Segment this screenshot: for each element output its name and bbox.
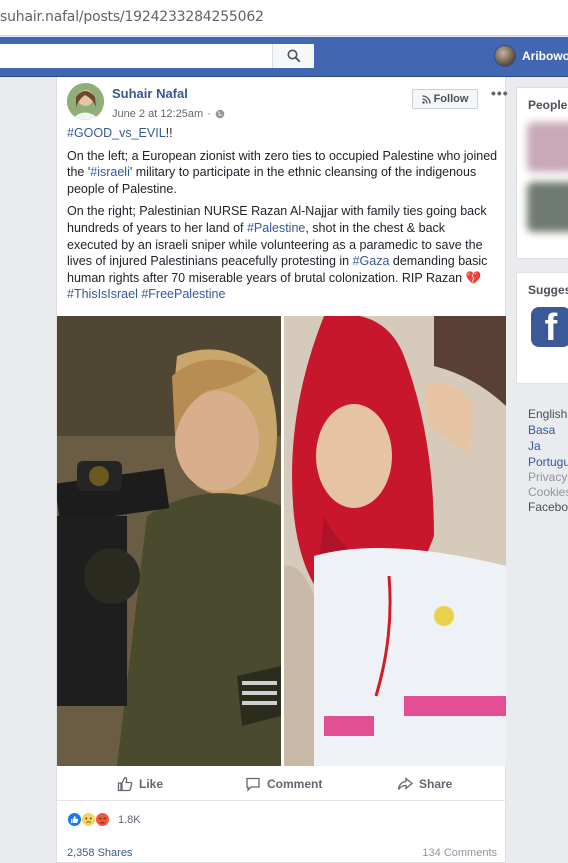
- post-header: Suhair Nafal June 2 at 12:25am · Follow …: [67, 83, 508, 123]
- hashtag-palestine[interactable]: #Palestine: [247, 221, 305, 235]
- post-actions: Like Comment Share: [57, 767, 506, 801]
- suggested-panel: Sugges f: [516, 272, 568, 384]
- comment-icon: [246, 777, 260, 792]
- thumbs-up-icon: [117, 776, 133, 792]
- profile-link[interactable]: Aribowo: [494, 45, 568, 67]
- share-icon: [397, 777, 413, 790]
- browser-address-bar[interactable]: suhair.nafal/posts/1924233284255062: [0, 0, 568, 36]
- search-button[interactable]: [272, 44, 314, 68]
- user-name: Aribowo: [522, 49, 568, 63]
- post-timestamp[interactable]: June 2 at 12:25am: [112, 108, 203, 120]
- globe-icon: [215, 109, 225, 119]
- photo-right[interactable]: [284, 316, 506, 766]
- url-text[interactable]: suhair.nafal/posts/1924233284255062: [0, 9, 264, 25]
- facebook-top-bar: Aribowo: [0, 37, 568, 77]
- more-options-button[interactable]: •••: [491, 85, 509, 101]
- post-body: #GOOD_vs_EVIL!! On the left; a European …: [67, 125, 499, 309]
- post-card: Suhair Nafal June 2 at 12:25am · Follow …: [56, 77, 508, 863]
- user-avatar: [494, 45, 516, 67]
- rss-icon: [421, 94, 431, 104]
- paragraph-left: On the left; a European zionist with zer…: [67, 148, 498, 196]
- post-stats: 2,358 Shares 134 Comments: [67, 847, 497, 859]
- shares-count[interactable]: 2,358 Shares: [67, 847, 132, 859]
- suggested-title: Sugges: [528, 283, 568, 297]
- hashtag-good-vs-evil[interactable]: #GOOD_vs_EVIL: [67, 126, 166, 140]
- hashtag-israeli[interactable]: #israeli: [90, 165, 130, 179]
- search-icon: [287, 49, 300, 63]
- search-input[interactable]: [0, 44, 314, 68]
- follow-button[interactable]: Follow: [412, 89, 478, 109]
- footer-links: Privacy Cookies Facebo: [528, 470, 568, 515]
- hashtag-gaza[interactable]: #Gaza: [353, 254, 390, 268]
- angry-reaction-icon: [95, 812, 110, 827]
- people-panel: People: [516, 87, 568, 259]
- facebook-copyright: Facebo: [528, 500, 568, 514]
- language-links: English Basa Ja Portugu: [528, 406, 568, 470]
- person-thumbnail[interactable]: [527, 122, 568, 172]
- post-photos: [57, 316, 506, 766]
- facebook-logo-icon[interactable]: f: [531, 307, 568, 347]
- post-title-line: #GOOD_vs_EVIL!!: [67, 126, 173, 140]
- sad-reaction-icon: [81, 812, 96, 827]
- cookies-link[interactable]: Cookies: [528, 485, 568, 500]
- language-english[interactable]: English: [528, 406, 568, 422]
- hashtag-thisisisrael[interactable]: #ThisIsIsrael: [67, 287, 138, 301]
- photo-left[interactable]: [57, 316, 281, 766]
- share-button[interactable]: Share: [397, 776, 452, 792]
- author-avatar[interactable]: [67, 83, 104, 120]
- language-basa-jawa[interactable]: Basa Ja: [528, 422, 568, 454]
- broken-heart-emoji: 💔: [465, 270, 482, 285]
- hashtag-freepalestine[interactable]: #FreePalestine: [141, 287, 225, 301]
- reactions-count: 1.8K: [118, 813, 141, 826]
- like-button[interactable]: Like: [117, 776, 163, 792]
- comments-count[interactable]: 134 Comments: [422, 847, 497, 859]
- comment-button[interactable]: Comment: [245, 776, 322, 792]
- paragraph-right: On the right; Palestinian NURSE Razan Al…: [67, 204, 488, 302]
- people-title: People: [528, 98, 568, 112]
- privacy-link[interactable]: Privacy: [528, 470, 568, 485]
- reactions-summary[interactable]: 1.8K: [67, 812, 141, 827]
- post-meta: June 2 at 12:25am ·: [112, 108, 225, 120]
- person-thumbnail[interactable]: [527, 182, 568, 232]
- language-portugues[interactable]: Portugu: [528, 454, 568, 470]
- author-name[interactable]: Suhair Nafal: [112, 86, 188, 101]
- like-reaction-icon: [67, 812, 82, 827]
